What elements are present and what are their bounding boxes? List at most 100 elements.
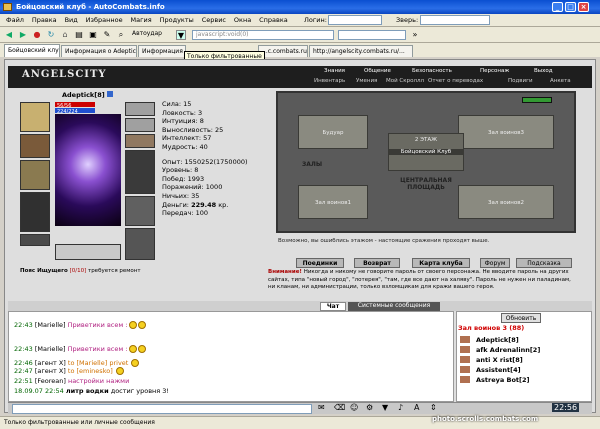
tab-chat[interactable]: Чат bbox=[320, 302, 346, 311]
chat-tabs: Чат Системные сообщения bbox=[8, 301, 592, 311]
maximize-button[interactable]: □ bbox=[565, 2, 576, 12]
pants-slot[interactable] bbox=[125, 196, 155, 226]
refresh-icon[interactable]: ↻ bbox=[46, 30, 56, 40]
user-list-item[interactable]: anti X rist[8] bbox=[476, 356, 523, 364]
central-square[interactable]: ЦЕНТРАЛЬНАЯ ПЛОЩАДЬ bbox=[394, 177, 458, 191]
room-club[interactable]: Бойцовский Клуб bbox=[389, 149, 463, 155]
stat-porazheniy: Поражений: 1000 bbox=[162, 183, 223, 192]
menu-products[interactable]: Продукты bbox=[160, 16, 194, 24]
menu-favorites[interactable]: Избранное bbox=[86, 16, 123, 24]
close-button[interactable]: × bbox=[578, 2, 589, 12]
return-button[interactable]: Возврат bbox=[354, 258, 400, 268]
nav-obshenie[interactable]: Общение bbox=[364, 68, 391, 74]
filter-chat-icon[interactable]: ▼ bbox=[382, 403, 388, 412]
user-list-item[interactable]: Assistent[4] bbox=[476, 366, 521, 374]
pocket-slots[interactable] bbox=[55, 244, 121, 260]
tab-info-adeptick[interactable]: Информация о Adeptick bbox=[61, 45, 137, 57]
room-buduar[interactable]: Будуар bbox=[298, 115, 368, 149]
belt-slot[interactable] bbox=[20, 234, 50, 246]
duels-button[interactable]: Поединки bbox=[296, 258, 344, 268]
rings-slot[interactable] bbox=[125, 134, 155, 148]
stat-lovkost: Ловкость: 3 bbox=[162, 108, 203, 117]
sound-icon[interactable]: ♪ bbox=[398, 403, 403, 412]
smile-icon bbox=[128, 321, 137, 329]
tool-icon[interactable]: ✎ bbox=[102, 30, 112, 40]
tab-combats[interactable]: ...c.combats.ru/... bbox=[258, 45, 308, 57]
scroll-icon[interactable]: ⇕ bbox=[430, 403, 437, 412]
go-icon[interactable]: » bbox=[410, 30, 420, 40]
armor-slot[interactable] bbox=[20, 192, 50, 232]
address-bar[interactable]: javascript:void(0) bbox=[192, 30, 334, 40]
user-list-item[interactable]: Astreya Bot[2] bbox=[476, 376, 530, 384]
room-zal3[interactable]: Зал воинов3 bbox=[458, 115, 554, 149]
nav-skills[interactable]: Умения bbox=[356, 78, 377, 84]
shield-slot[interactable] bbox=[125, 150, 155, 194]
nav-scroll[interactable]: Мой Скроллл bbox=[386, 78, 424, 84]
tab-system-messages[interactable]: Системные сообщения bbox=[348, 302, 440, 311]
chat-input-bar: ✉ ⌫ ☺ ⚙ ▼ ♪ A ⇕ 22:56 bbox=[8, 402, 592, 414]
zoom-icon[interactable]: ⌕ bbox=[116, 30, 126, 40]
zaly-label: ЗАЛЫ bbox=[302, 161, 323, 168]
minimize-button[interactable]: _ bbox=[552, 2, 563, 12]
chat-input[interactable] bbox=[12, 404, 312, 414]
forum-button[interactable]: Форум bbox=[480, 258, 510, 268]
menu-help[interactable]: Справка bbox=[259, 16, 288, 24]
save-icon[interactable]: ▣ bbox=[88, 30, 98, 40]
nav-personazh[interactable]: Персонаж bbox=[480, 68, 509, 74]
autoudar-label[interactable]: Автоудар bbox=[132, 30, 162, 37]
stat-pobed: Побед: 1993 bbox=[162, 174, 205, 183]
nav-anketa[interactable]: Анкета bbox=[550, 78, 571, 84]
tab-info-2[interactable]: Информация о ... bbox=[138, 45, 186, 57]
forward-icon[interactable]: ▶ bbox=[18, 30, 28, 40]
refresh-button[interactable]: Обновить bbox=[501, 313, 541, 323]
nav-security[interactable]: Безопасность bbox=[412, 68, 452, 74]
home-icon[interactable]: ⌂ bbox=[60, 30, 70, 40]
menu-windows[interactable]: Окна bbox=[234, 16, 251, 24]
tab-fight-club[interactable]: Бойцовский клуб bbox=[4, 44, 60, 57]
menu-view[interactable]: Вид bbox=[65, 16, 78, 24]
stat-uroven: Уровень: 8 bbox=[162, 166, 199, 175]
tab-angelscity[interactable]: http://angelscity.combats.ru/... bbox=[309, 45, 413, 57]
nav-znaniya[interactable]: Знания bbox=[324, 68, 345, 74]
room-zal1[interactable]: Зал воинов1 bbox=[298, 185, 368, 219]
translit-icon[interactable]: A bbox=[414, 403, 419, 412]
stat-intuicia: Интуиция: 8 bbox=[162, 117, 204, 126]
menu-file[interactable]: Файл bbox=[6, 16, 24, 24]
clock: 22:56 bbox=[552, 403, 580, 412]
back-icon[interactable]: ◀ bbox=[4, 30, 14, 40]
smiles-icon[interactable]: ☺ bbox=[350, 403, 358, 412]
room-zal2[interactable]: Зал воинов2 bbox=[458, 185, 554, 219]
security-warning: Внимание! Никогда и никому не говорите п… bbox=[268, 269, 571, 290]
login-field[interactable] bbox=[328, 15, 382, 25]
stop-icon[interactable]: ● bbox=[32, 30, 42, 40]
print-icon[interactable]: ▤ bbox=[74, 30, 84, 40]
boots-slot[interactable] bbox=[125, 228, 155, 260]
clear-icon[interactable]: ⌫ bbox=[334, 403, 345, 412]
character-name[interactable]: Adeptick[8] bbox=[62, 91, 113, 99]
chat-message: 22:51 [Feorean] настройки нажми bbox=[14, 377, 130, 385]
user-list-item[interactable]: afk Adrenalinn[2] bbox=[476, 346, 540, 354]
floor-map: Будуар Зал воинов3 2 ЭТАЖ Бойцовский Клуб… bbox=[276, 91, 576, 233]
bracers-slot[interactable] bbox=[20, 134, 50, 158]
zver-field[interactable] bbox=[420, 15, 490, 25]
settings-icon[interactable]: ⚙ bbox=[366, 403, 373, 412]
filter-icon[interactable]: ▼ bbox=[176, 30, 186, 40]
nav-exit[interactable]: Выход bbox=[534, 68, 553, 74]
send-icon[interactable]: ✉ bbox=[318, 403, 325, 412]
club-map-button[interactable]: Карта клуба bbox=[412, 258, 470, 268]
menu-magic[interactable]: Магия bbox=[131, 16, 152, 24]
user-list-item[interactable]: Adeptick[8] bbox=[476, 336, 519, 344]
helmet-slot[interactable] bbox=[20, 102, 50, 132]
search-field[interactable] bbox=[338, 30, 406, 40]
info-icon[interactable] bbox=[107, 91, 113, 97]
nav-inventory[interactable]: Инвентарь bbox=[314, 78, 345, 84]
earrings-slot[interactable] bbox=[125, 102, 155, 116]
menu-edit[interactable]: Правка bbox=[32, 16, 57, 24]
menu-bar: Файл Правка Вид Избранное Магия Продукты… bbox=[0, 14, 600, 27]
hint-button[interactable]: Подсказка bbox=[516, 258, 572, 268]
amulet-slot[interactable] bbox=[125, 118, 155, 132]
weapon-slot[interactable] bbox=[20, 160, 50, 190]
nav-podvigi[interactable]: Подвиги bbox=[508, 78, 533, 84]
nav-transfers[interactable]: Отчет о переводах bbox=[428, 78, 483, 84]
menu-service[interactable]: Сервис bbox=[202, 16, 226, 24]
